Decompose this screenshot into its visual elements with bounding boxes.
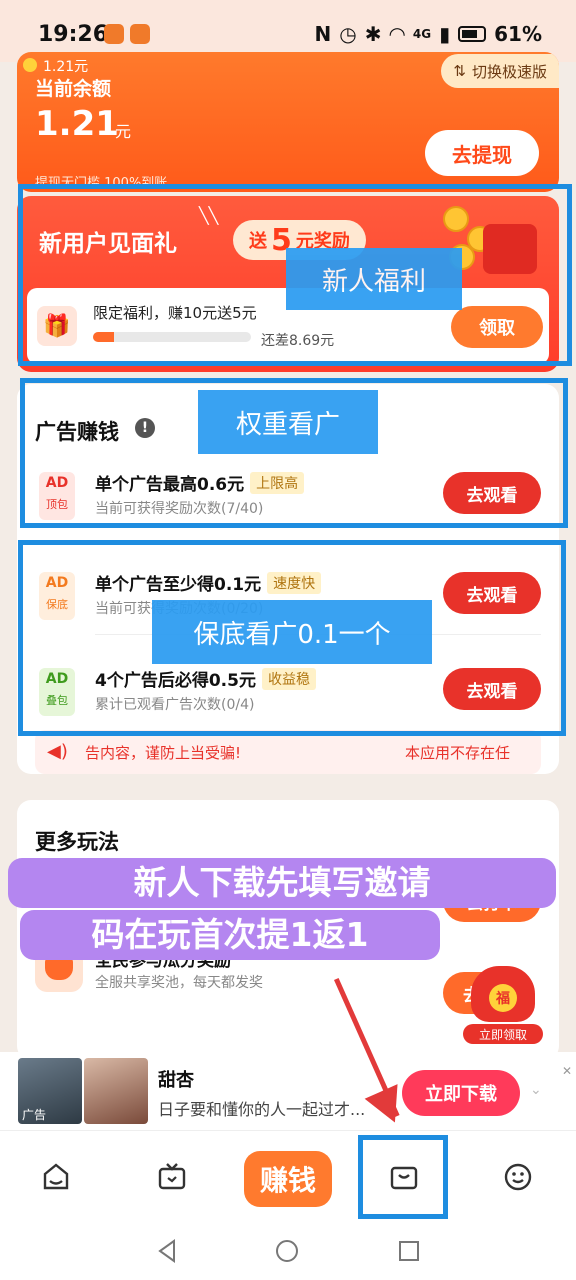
alarm-icon: ◷ [339, 22, 357, 46]
promo-overlay-line2: 码在玩首次提1返1 [20, 910, 440, 960]
network-type: 4G [412, 27, 432, 41]
ad-title: 甜杏 [158, 1070, 194, 1091]
nav-video[interactable] [148, 1153, 196, 1201]
download-button[interactable]: 立即下载 [402, 1070, 520, 1116]
annotation-label-weight: 权重看广 [198, 390, 378, 454]
speaker-icon: ◀) [47, 741, 68, 762]
more-ways-title: 更多玩法 [35, 830, 119, 854]
home-circle-icon[interactable] [272, 1236, 302, 1266]
fu-badge: 福 [489, 984, 517, 1012]
annotation-box-wallet [358, 1135, 448, 1219]
tv-icon [158, 1163, 186, 1190]
chevron-down-icon[interactable]: ⌄ [530, 1082, 542, 1098]
app-notification-icon [130, 24, 150, 44]
nfc-icon: N [314, 22, 332, 46]
withdraw-button[interactable]: 去提现 [425, 130, 539, 176]
balance-card: 1.21元 当前余额 1.21 元 提现无门槛 100%到账 ⇅ 切换极速版 去… [17, 52, 559, 192]
back-icon[interactable] [152, 1236, 182, 1266]
nav-profile[interactable] [494, 1153, 542, 1201]
balance-label: 当前余额 [35, 78, 112, 100]
status-time: 19:26 [38, 22, 109, 47]
fraud-notice-bar: ◀) 告内容，谨防上当受骗! 本应用不存在任 [35, 730, 541, 774]
coin-icon [23, 58, 37, 72]
notice-text: 告内容，谨防上当受骗! [85, 744, 242, 762]
wifi-icon: ◠ [389, 22, 405, 46]
lucky-bag-float[interactable]: 福 立即领取 [463, 960, 543, 1044]
smile-icon [504, 1163, 532, 1191]
status-indicators: N ◷ ✱ ◠ 4G ▮ 61% [315, 22, 542, 46]
app-notification-icon [104, 24, 124, 44]
annotation-label-new-user: 新人福利 [286, 248, 462, 310]
ad-thumbnail [84, 1058, 148, 1124]
switch-label: 切换极速版 [471, 62, 547, 81]
ad-banner[interactable]: 广告 甜杏 日子要和懂你的人一起过才... 立即下载 ⌄ ✕ [0, 1052, 576, 1130]
reward-pool-desc: 全服共享奖池，每天都发奖 [95, 975, 263, 991]
recents-icon[interactable] [394, 1236, 424, 1266]
ad-badge: 广告 [22, 1108, 47, 1122]
battery-icon [458, 26, 487, 42]
close-icon[interactable]: ✕ [562, 1064, 572, 1078]
balance-unit: 元 [115, 122, 132, 141]
balance-value: 1.21 [35, 104, 119, 144]
system-nav-bar [0, 1222, 576, 1280]
signal-icon: ▮ [439, 22, 451, 46]
annotation-label-floor: 保底看广0.1一个 [152, 600, 432, 664]
switch-version-button[interactable]: ⇅ 切换极速版 [441, 54, 559, 88]
battery-level: 61% [494, 22, 542, 46]
status-app-icons [104, 24, 150, 44]
notice-text-continued: 本应用不存在任 [405, 744, 511, 762]
balance-small: 1.21元 [43, 59, 89, 75]
lucky-bag-label: 立即领取 [463, 1024, 543, 1044]
nav-home[interactable] [32, 1153, 80, 1201]
nav-earn[interactable]: 赚钱 [244, 1151, 332, 1207]
switch-icon: ⇅ [453, 62, 466, 80]
promo-overlay-line1: 新人下载先填写邀请 [8, 858, 556, 908]
home-icon [43, 1163, 69, 1190]
ad-subtitle: 日子要和懂你的人一起过才... [158, 1100, 366, 1119]
bottom-nav: 赚钱 [0, 1130, 576, 1222]
bluetooth-icon: ✱ [364, 22, 382, 46]
